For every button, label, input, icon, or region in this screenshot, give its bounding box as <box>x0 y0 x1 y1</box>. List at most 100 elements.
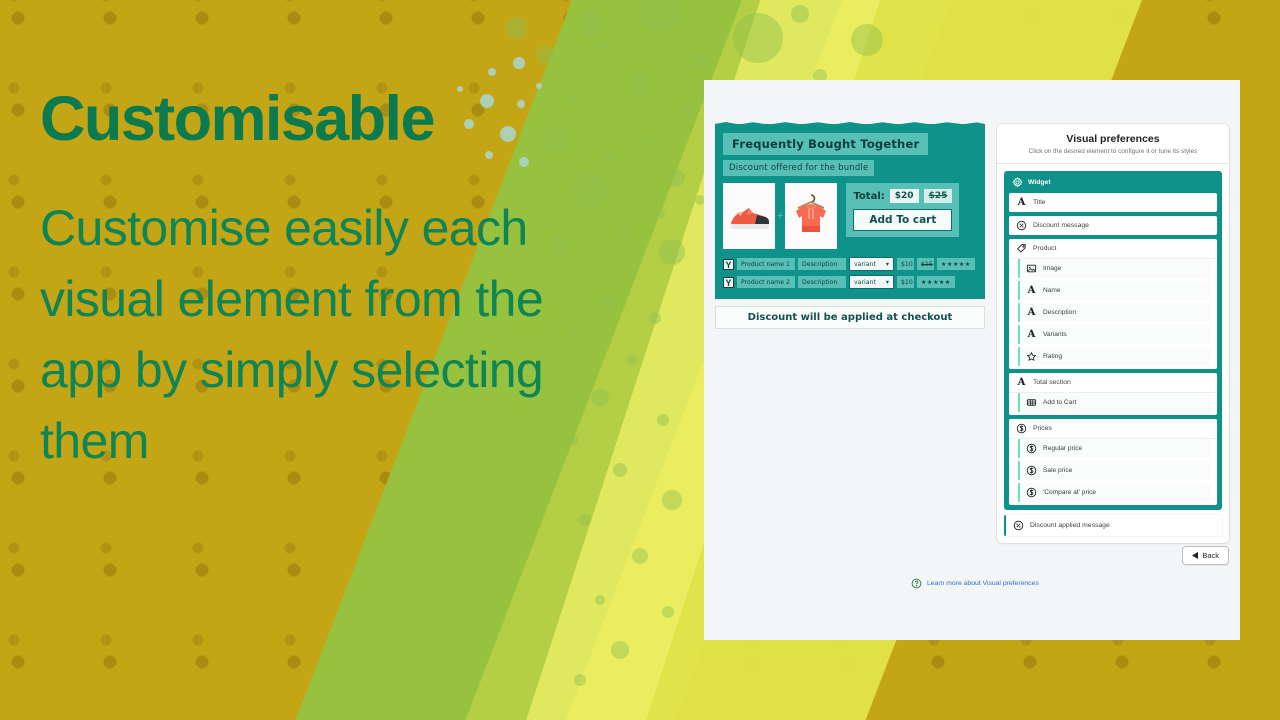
tree-subitem-image[interactable]: Image <box>1018 259 1211 278</box>
product-checkbox[interactable]: Y <box>723 258 734 270</box>
tree-item-total-section[interactable]: A Total section <box>1009 373 1217 393</box>
text-a-icon: A <box>1017 377 1026 388</box>
tree-subitem-description[interactable]: A Description <box>1018 303 1211 322</box>
fbt-body: + Total: $20 $25 Add To cart <box>723 183 977 249</box>
panel-title: Visual preferences <box>1066 133 1160 145</box>
variant-value: variant <box>854 260 876 268</box>
product-rating[interactable]: ★★★★★ <box>937 258 975 270</box>
tree-item-prices[interactable]: Prices <box>1009 419 1217 439</box>
variant-select[interactable]: variant ▾ <box>849 257 894 271</box>
tree-subitem-compare-at-price[interactable]: 'Compare at' price <box>1018 483 1211 502</box>
tree-card-discount-message[interactable]: Discount message <box>1009 216 1217 235</box>
button-icon <box>1026 399 1037 406</box>
element-tree: Widget A Title Discount message Product … <box>997 164 1229 543</box>
discount-applied-message[interactable]: Discount will be applied at checkout <box>715 306 985 329</box>
tree-subitem-rating[interactable]: Rating <box>1018 347 1211 366</box>
tree-subitem-add-to-cart[interactable]: Add to Cart <box>1018 393 1211 412</box>
dollar-icon <box>1026 487 1037 498</box>
discount-badge-icon <box>1016 220 1027 231</box>
product-rating[interactable]: ★★★★★ <box>917 276 955 288</box>
product-price[interactable]: $10 <box>897 258 914 270</box>
learn-more-label: Learn more about Visual preferences <box>927 580 1039 587</box>
tree-item-label: Title <box>1033 199 1046 206</box>
text-a-icon: A <box>1017 197 1026 208</box>
chevron-down-icon: ▾ <box>885 278 889 286</box>
total-sale-price[interactable]: $20 <box>889 189 919 203</box>
tree-item-label: Prices <box>1033 425 1052 432</box>
gear-icon <box>1012 177 1023 188</box>
chevron-down-icon: ▾ <box>885 260 889 268</box>
product-images: + <box>723 183 838 249</box>
tree-subitem-label: Rating <box>1043 353 1063 360</box>
total-compare-price[interactable]: $25 <box>923 189 953 203</box>
tree-item-discount-applied-message[interactable]: Discount applied message <box>1004 515 1222 536</box>
widget-group-label: Widget <box>1028 179 1051 186</box>
marketing-copy: Customisable Customise easily each visua… <box>40 88 560 477</box>
back-button-label: Back <box>1202 551 1219 560</box>
table-row[interactable]: Y Product name 1 Description variant ▾ $… <box>723 257 977 271</box>
tree-item-label: Total section <box>1033 379 1071 386</box>
panel-header: Visual preferences Click on the desired … <box>997 124 1229 164</box>
hoodie-image[interactable] <box>785 183 838 249</box>
variant-select[interactable]: variant ▾ <box>849 275 894 289</box>
marketing-subheadline: Customise easily each visual element fro… <box>40 200 544 469</box>
tree-card-prices[interactable]: Prices Regular price Sale price 'Compare… <box>1009 419 1217 505</box>
tree-item-label: Product <box>1033 245 1057 252</box>
sneaker-image[interactable] <box>723 183 775 249</box>
widget-title[interactable]: Frequently Bought Together <box>723 133 929 155</box>
add-to-cart-button[interactable]: Add To cart <box>853 209 953 231</box>
product-name[interactable]: Product name 1 <box>737 258 795 270</box>
tree-subitem-label: Description <box>1043 309 1076 316</box>
product-checkbox[interactable]: Y <box>723 276 734 288</box>
product-description[interactable]: Description <box>798 276 846 288</box>
tree-subitem-label: Image <box>1043 265 1062 272</box>
tree-subitem-sale-price[interactable]: Sale price <box>1018 461 1211 480</box>
total-label: Total: <box>853 190 885 202</box>
back-button[interactable]: Back <box>1182 546 1229 565</box>
tree-subitem-label: Name <box>1043 287 1061 294</box>
tree-subitem-regular-price[interactable]: Regular price <box>1018 439 1211 458</box>
product-compare-price[interactable]: $15 <box>917 258 934 270</box>
widget-preview: Frequently Bought Together Discount offe… <box>715 124 985 329</box>
widget-group[interactable]: Widget A Title Discount message Product … <box>1004 171 1222 510</box>
tree-subitem-label: Regular price <box>1043 445 1083 452</box>
tree-subitem-name[interactable]: A Name <box>1018 281 1211 300</box>
product-price[interactable]: $10 <box>897 276 914 288</box>
tree-subitem-label: Add to Cart <box>1043 399 1077 406</box>
tree-subitem-label: Sale price <box>1043 467 1073 474</box>
tree-card-title[interactable]: A Title <box>1009 193 1217 212</box>
product-name[interactable]: Product name 2 <box>737 276 795 288</box>
total-section[interactable]: Total: $20 $25 Add To cart <box>846 183 960 237</box>
dollar-icon <box>1026 465 1037 476</box>
learn-more-link[interactable]: Learn more about Visual preferences <box>911 578 1039 589</box>
tree-card-total-section[interactable]: A Total section Add to Cart <box>1009 373 1217 415</box>
variant-value: variant <box>854 278 876 286</box>
text-a-icon: A <box>1027 329 1036 340</box>
table-row[interactable]: Y Product name 2 Description variant ▾ $… <box>723 275 977 289</box>
triangle-left-icon <box>1192 552 1199 559</box>
plus-icon: + <box>777 210 784 222</box>
text-a-icon: A <box>1027 285 1036 296</box>
star-icon <box>1027 352 1036 361</box>
tree-item-product[interactable]: Product <box>1009 239 1217 259</box>
product-description[interactable]: Description <box>798 258 846 270</box>
fbt-widget: Frequently Bought Together Discount offe… <box>715 124 985 299</box>
dollar-icon <box>1026 443 1037 454</box>
tree-card-product[interactable]: Product Image A Name A Description A Var… <box>1009 239 1217 369</box>
widget-discount-message[interactable]: Discount offered for the bundle <box>723 160 875 176</box>
product-rows: Y Product name 1 Description variant ▾ $… <box>723 257 977 289</box>
visual-preferences-panel: Visual preferences Click on the desired … <box>997 124 1229 543</box>
image-icon <box>1026 264 1037 273</box>
tree-item-discount-message[interactable]: Discount message <box>1009 216 1217 235</box>
tag-icon <box>1017 244 1026 253</box>
page-title: Customisable <box>40 84 436 154</box>
tree-item-title[interactable]: A Title <box>1009 193 1217 212</box>
tree-subitem-label: Variants <box>1043 331 1067 338</box>
text-a-icon: A <box>1027 307 1036 318</box>
tree-item-label: Discount message <box>1033 222 1089 229</box>
tree-item-label: Discount applied message <box>1030 522 1110 529</box>
app-screenshot: Frequently Bought Together Discount offe… <box>704 80 1240 640</box>
tree-subitem-variants[interactable]: A Variants <box>1018 325 1211 344</box>
discount-badge-icon <box>1013 520 1024 531</box>
widget-group-header[interactable]: Widget <box>1009 176 1217 193</box>
